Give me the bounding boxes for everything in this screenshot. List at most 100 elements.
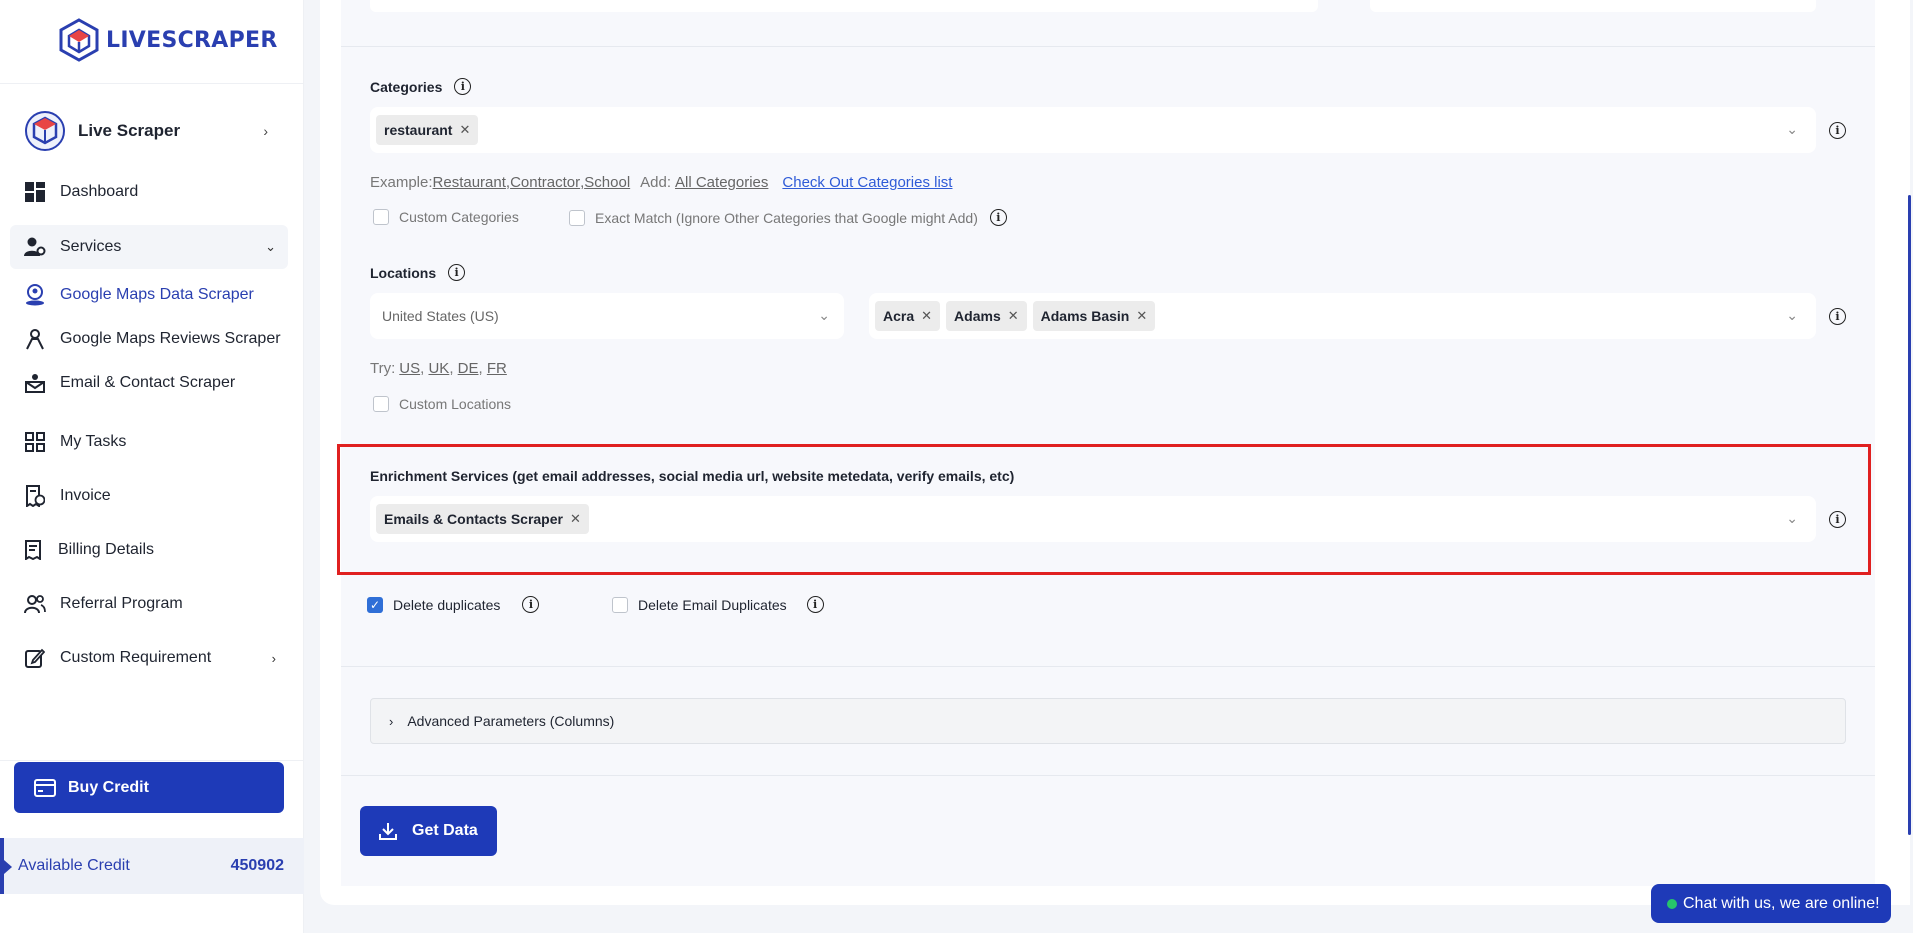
sidebar: LIVESCRAPER Live Scraper › Dashboard Ser… <box>0 0 304 933</box>
categories-list-link[interactable]: Check Out Categories list <box>782 174 952 191</box>
categories-label: Categories i <box>370 78 472 95</box>
advanced-parameters-label: Advanced Parameters (Columns) <box>407 713 615 729</box>
section-divider <box>341 775 1875 776</box>
sidebar-item-custom-requirement[interactable]: Custom Requirement › <box>10 636 288 680</box>
try-us-link[interactable]: US <box>399 360 420 377</box>
available-credit-value: 450902 <box>230 857 284 874</box>
location-tag-label: Adams Basin <box>1040 308 1130 324</box>
sidebar-item-label: Services <box>60 238 122 255</box>
brand-switcher[interactable]: Live Scraper › <box>24 108 280 154</box>
sidebar-item-label: Email & Contact Scraper <box>60 374 236 391</box>
sidebar-item-gmaps-data-scraper[interactable]: Google Maps Data Scraper <box>24 278 254 312</box>
location-tag: Acra ✕ <box>875 301 941 331</box>
info-icon[interactable]: i <box>522 596 540 613</box>
categories-select[interactable]: restaurant ✕ ⌄ <box>370 107 1816 153</box>
add-all-categories-link[interactable]: All Categories <box>675 174 768 191</box>
map-pin-user-icon <box>24 284 46 306</box>
sidebar-item-label: Invoice <box>60 487 111 504</box>
info-icon[interactable]: i <box>1829 308 1846 325</box>
chevron-down-icon: ⌄ <box>265 239 276 254</box>
custom-locations-option[interactable]: Custom Locations <box>373 396 511 412</box>
example-contractor-link[interactable]: Contractor <box>510 174 580 191</box>
sidebar-item-email-contact-scraper[interactable]: Email & Contact Scraper <box>24 366 235 400</box>
country-select[interactable]: United States (US) ⌄ <box>370 293 844 339</box>
delete-duplicates-option[interactable]: ✓ Delete duplicates i <box>367 596 540 613</box>
add-prefix: Add: <box>640 174 672 191</box>
sidebar-divider <box>0 760 304 761</box>
user-gear-icon <box>24 236 46 258</box>
separator: , <box>478 360 487 377</box>
chat-label: Chat with us, we are online! <box>1683 894 1880 912</box>
enrichment-select[interactable]: Emails & Contacts Scraper ✕ ⌄ <box>370 496 1816 542</box>
location-tag-label: Acra <box>883 308 915 324</box>
info-icon[interactable]: i <box>1829 122 1846 139</box>
remove-tag-icon[interactable]: ✕ <box>570 511 581 527</box>
sidebar-item-services[interactable]: Services ⌄ <box>10 225 288 269</box>
remove-tag-icon[interactable]: ✕ <box>921 308 932 324</box>
category-tag-label: restaurant <box>384 122 453 138</box>
try-de-link[interactable]: DE <box>458 360 479 377</box>
delete-duplicates-checkbox[interactable]: ✓ <box>367 596 383 613</box>
sidebar-divider <box>0 83 304 84</box>
custom-locations-checkbox[interactable] <box>373 396 389 412</box>
location-tag: Adams ✕ <box>946 301 1027 331</box>
custom-categories-checkbox[interactable] <box>373 209 389 225</box>
buy-credit-label: Buy Credit <box>68 778 149 796</box>
sidebar-item-referral-program[interactable]: Referral Program <box>10 582 288 626</box>
chevron-down-icon[interactable]: ⌄ <box>1786 121 1798 138</box>
try-fr-link[interactable]: FR <box>487 360 507 377</box>
advanced-parameters-toggle[interactable]: › Advanced Parameters (Columns) <box>370 698 1846 744</box>
enrichment-label: Enrichment Services (get email addresses… <box>370 468 1014 484</box>
exact-match-checkbox[interactable] <box>569 209 585 226</box>
sidebar-item-dashboard[interactable]: Dashboard <box>10 170 288 214</box>
info-icon[interactable]: i <box>1829 511 1846 528</box>
chevron-down-icon[interactable]: ⌄ <box>1786 510 1798 527</box>
try-prefix: Try: <box>370 360 396 377</box>
info-icon[interactable]: i <box>454 78 472 95</box>
brand-cube-icon <box>25 111 65 151</box>
logo-cube-icon <box>59 18 99 62</box>
section-divider <box>341 46 1875 47</box>
scrollbar[interactable] <box>1908 195 1911 835</box>
buy-credit-button[interactable]: Buy Credit <box>14 762 284 813</box>
example-restaurant-link[interactable]: Restaurant <box>433 174 506 191</box>
map-route-icon <box>24 328 46 350</box>
info-icon[interactable]: i <box>448 264 466 281</box>
chevron-down-icon[interactable]: ⌄ <box>818 307 830 324</box>
remove-tag-icon[interactable]: ✕ <box>1008 308 1019 324</box>
example-school-link[interactable]: School <box>584 174 630 191</box>
location-tag: Adams Basin ✕ <box>1032 301 1156 331</box>
get-data-label: Get Data <box>412 822 478 839</box>
previous-field-right[interactable] <box>1370 0 1816 12</box>
remove-tag-icon[interactable]: ✕ <box>1136 308 1147 324</box>
section-divider <box>341 666 1875 667</box>
locations-label-text: Locations <box>370 264 437 281</box>
sidebar-item-my-tasks[interactable]: My Tasks <box>10 420 288 464</box>
sidebar-item-invoice[interactable]: Invoice <box>10 474 288 518</box>
envelope-user-icon <box>24 372 46 394</box>
locations-select[interactable]: Acra ✕ Adams ✕ Adams Basin ✕ ⌄ <box>869 293 1816 339</box>
previous-field-left[interactable] <box>370 0 1318 12</box>
custom-categories-option[interactable]: Custom Categories <box>373 209 519 225</box>
logo-text-scraper: SCRAPER <box>161 27 278 53</box>
enrichment-tag: Emails & Contacts Scraper ✕ <box>376 504 589 534</box>
delete-email-duplicates-option[interactable]: Delete Email Duplicates i <box>612 596 824 613</box>
exact-match-option[interactable]: Exact Match (Ignore Other Categories tha… <box>569 209 1007 226</box>
sidebar-item-gmaps-reviews-scraper[interactable]: Google Maps Reviews Scraper <box>24 322 281 356</box>
example-prefix: Example: <box>370 174 433 191</box>
chevron-down-icon[interactable]: ⌄ <box>1786 307 1798 324</box>
try-uk-link[interactable]: UK <box>428 360 449 377</box>
sidebar-item-label: Billing Details <box>58 541 155 558</box>
info-icon[interactable]: i <box>806 596 824 613</box>
remove-tag-icon[interactable]: ✕ <box>459 122 470 138</box>
delete-email-duplicates-checkbox[interactable] <box>612 596 628 613</box>
chat-widget-button[interactable]: Chat with us, we are online! <box>1651 884 1891 923</box>
separator: , <box>420 360 429 377</box>
chevron-right-icon: › <box>389 713 394 729</box>
custom-locations-label: Custom Locations <box>399 396 512 412</box>
get-data-button[interactable]: Get Data <box>360 806 497 856</box>
info-icon[interactable]: i <box>989 209 1007 226</box>
logo[interactable]: LIVESCRAPER <box>58 18 278 62</box>
sidebar-item-billing-details[interactable]: Billing Details <box>10 528 288 572</box>
brand-label: Live Scraper <box>78 121 181 140</box>
